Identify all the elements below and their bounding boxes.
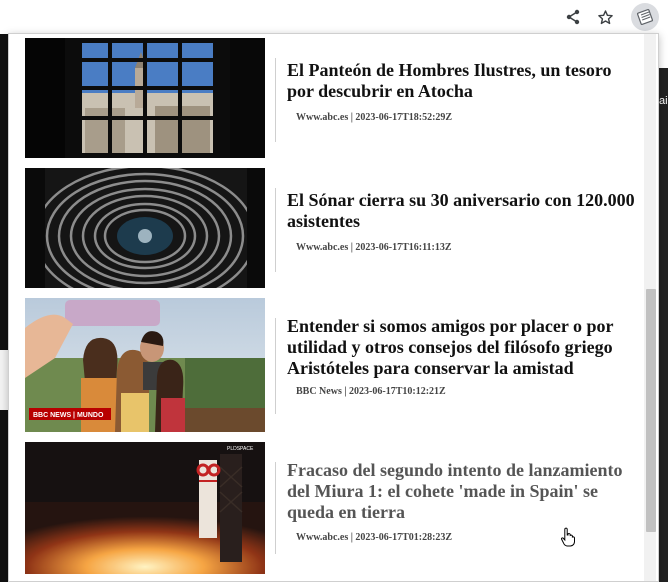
- pldspace-badge: PLDSPACE: [227, 446, 254, 452]
- news-title[interactable]: El Panteón de Hombres Ilustres, un tesor…: [287, 60, 639, 102]
- news-item[interactable]: El Panteón de Hombres Ilustres, un tesor…: [25, 38, 641, 160]
- news-thumbnail-friends[interactable]: BBC NEWS | MUNDO: [25, 298, 265, 432]
- news-title[interactable]: Fracaso del segundo intento de lanzamien…: [287, 460, 639, 523]
- news-meta: BBC News | 2023-06-17T10:12:21Z: [296, 386, 446, 397]
- news-thumbnail-rocket[interactable]: PLDSPACE: [25, 442, 265, 574]
- news-popup: El Panteón de Hombres Ilustres, un tesor…: [8, 33, 659, 582]
- extension-icon[interactable]: [631, 3, 659, 31]
- news-meta: Www.abc.es | 2023-06-17T01:28:23Z: [296, 532, 453, 543]
- background-partial-text: ail: [659, 95, 668, 107]
- star-icon[interactable]: [593, 5, 617, 29]
- divider: [275, 188, 276, 272]
- divider: [275, 462, 276, 554]
- news-meta: Www.abc.es | 2023-06-17T16:11:13Z: [296, 242, 452, 253]
- news-meta: Www.abc.es | 2023-06-17T18:52:29Z: [296, 112, 453, 123]
- bbc-badge: BBC NEWS | MUNDO: [33, 412, 104, 419]
- hand-cursor-icon: [560, 527, 576, 552]
- browser-toolbar: [0, 0, 668, 34]
- news-title[interactable]: Entender si somos amigos por placer o po…: [287, 316, 639, 379]
- news-thumbnail-vinyl[interactable]: [25, 168, 265, 288]
- news-item[interactable]: PLDSPACE Fracaso del segundo intento de …: [25, 442, 641, 581]
- background-left-panel: [0, 350, 8, 410]
- background-left-edge: [0, 34, 8, 582]
- divider: [275, 58, 276, 142]
- news-item[interactable]: BBC NEWS | MUNDO Entender si somos amigo…: [25, 298, 641, 434]
- divider: [275, 318, 276, 414]
- background-right-edge: [659, 68, 668, 582]
- scrollbar-thumb[interactable]: [646, 289, 656, 532]
- news-title[interactable]: El Sónar cierra su 30 aniversario con 12…: [287, 190, 639, 232]
- news-thumbnail-pantheon[interactable]: [25, 38, 265, 158]
- news-item[interactable]: El Sónar cierra su 30 aniversario con 12…: [25, 168, 641, 290]
- share-icon[interactable]: [561, 5, 585, 29]
